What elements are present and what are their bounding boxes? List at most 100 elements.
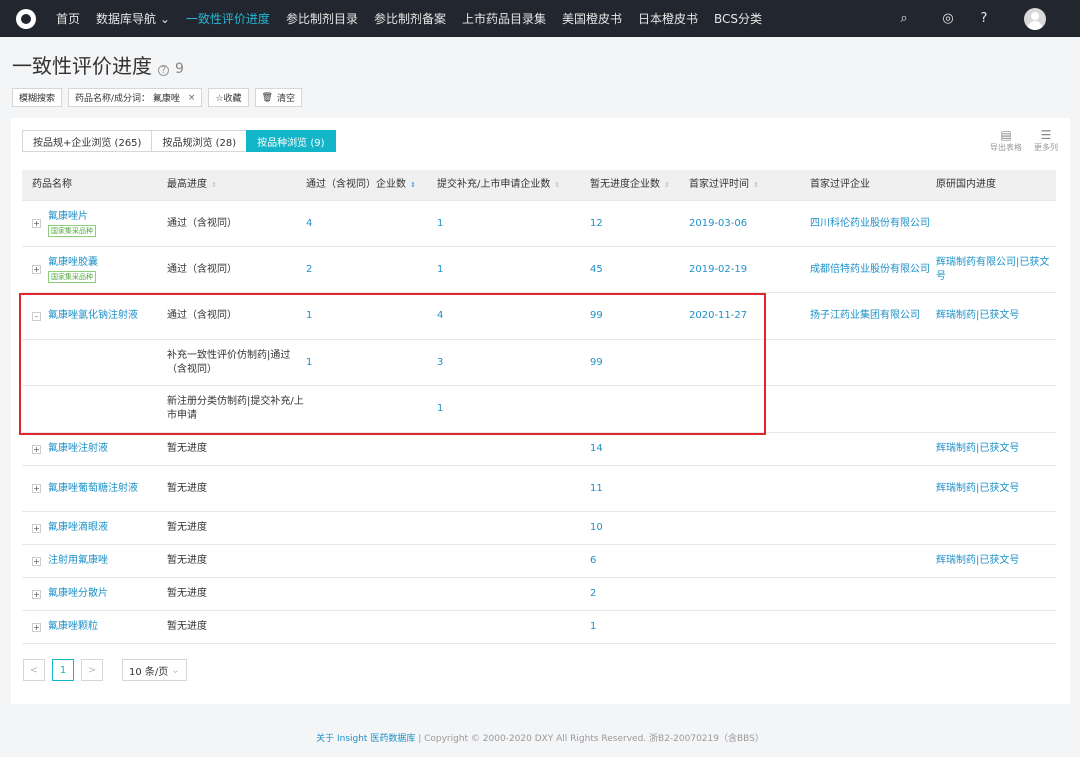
sort-icon[interactable]: ⇕ — [554, 178, 560, 192]
search-icon[interactable]: ⌕ — [894, 11, 914, 26]
clear-button[interactable]: 🗑 清空 — [254, 88, 302, 107]
cell-original[interactable] — [936, 512, 1054, 544]
drug-name-link[interactable]: 氟康唑滴眼液 — [48, 521, 108, 535]
header-none[interactable]: 暂无进度企业数 ⇕ — [590, 170, 686, 200]
cell-original[interactable] — [936, 578, 1054, 610]
more-columns-button[interactable]: ☰ 更多列 — [1034, 128, 1058, 153]
cell-passed[interactable]: 2 — [306, 247, 434, 292]
cell-none[interactable]: 1 — [590, 611, 686, 643]
cell-first-company[interactable] — [810, 433, 932, 465]
cell-submitted[interactable]: 1 — [437, 201, 585, 246]
cell-submitted[interactable] — [437, 578, 585, 610]
nav-us-orange-book[interactable]: 美国橙皮书 — [562, 10, 622, 27]
drug-name-link[interactable]: 氟康唑片 — [48, 210, 96, 224]
cell-passed[interactable] — [306, 512, 434, 544]
cell-passed[interactable] — [306, 611, 434, 643]
cell-original[interactable] — [936, 386, 1054, 432]
cell-none[interactable]: 11 — [590, 466, 686, 511]
drug-name-link[interactable]: 氟康唑分散片 — [48, 587, 108, 601]
cell-passed[interactable] — [306, 433, 434, 465]
expand-icon[interactable]: + — [32, 444, 41, 454]
cell-submitted[interactable]: 1 — [437, 247, 585, 292]
page-1-button[interactable]: 1 — [52, 659, 74, 681]
nav-home[interactable]: 首页 — [56, 10, 80, 27]
cell-passed[interactable]: 4 — [306, 201, 434, 246]
nav-jp-orange-book[interactable]: 日本橙皮书 — [638, 10, 698, 27]
expand-icon[interactable]: + — [32, 556, 41, 566]
sort-icon[interactable]: ⇕ — [664, 178, 670, 192]
help-icon[interactable]: ? — [974, 11, 994, 26]
tab-variety[interactable]: 按品种浏览 (9) — [246, 130, 336, 152]
cell-submitted[interactable] — [437, 512, 585, 544]
cell-original[interactable] — [936, 201, 1054, 246]
cell-first-company[interactable]: 成都倍特药业股份有限公司 — [810, 247, 932, 292]
export-table-button[interactable]: ▤ 导出表格 — [990, 128, 1022, 153]
cell-passed[interactable] — [306, 545, 434, 577]
tab-spec[interactable]: 按品规浏览 (28) — [151, 130, 248, 152]
cell-first-company[interactable] — [810, 512, 932, 544]
sort-icon[interactable]: ⇕ — [753, 178, 759, 192]
cell-none[interactable]: 2 — [590, 578, 686, 610]
sort-icon[interactable]: ⇕ — [211, 178, 217, 192]
prev-page-button[interactable]: < — [23, 659, 45, 681]
keyword-filter-chip[interactable]: 药品名称/成分词： 氟康唑 × — [68, 88, 203, 107]
expand-icon[interactable]: + — [32, 219, 41, 228]
cell-first-company[interactable] — [810, 545, 932, 577]
nav-db-guide[interactable]: 数据库导航 ⌄ — [96, 10, 170, 27]
drug-name-link[interactable]: 注射用氟康唑 — [48, 554, 108, 568]
cell-first-company[interactable]: 扬子江药业集团有限公司 — [810, 293, 932, 339]
drug-name-link[interactable]: 氟康唑葡萄糖注射液 — [48, 482, 138, 496]
cell-submitted[interactable] — [437, 545, 585, 577]
next-page-button[interactable]: > — [81, 659, 103, 681]
nav-reference-catalog[interactable]: 参比制剂目录 — [286, 10, 358, 27]
favorite-button[interactable]: ☆收藏 — [208, 88, 249, 107]
cell-original[interactable]: 辉瑞制药|已获文号 — [936, 293, 1054, 339]
drug-name-link[interactable]: 氟康唑注射液 — [48, 442, 108, 456]
close-icon[interactable]: × — [188, 93, 196, 103]
header-passed[interactable]: 通过（含视同）企业数 ⇕ — [306, 170, 434, 200]
cell-original[interactable] — [936, 611, 1054, 643]
cell-none[interactable]: 10 — [590, 512, 686, 544]
fuzzy-search-button[interactable]: 模糊搜索 — [12, 88, 63, 107]
cell-original[interactable]: 辉瑞制药有限公司|已获文号 — [936, 247, 1054, 292]
cell-submitted[interactable] — [437, 611, 585, 643]
sort-desc-icon[interactable]: ⇕ — [410, 178, 416, 192]
cell-first-company[interactable]: 四川科伦药业股份有限公司 — [810, 201, 932, 246]
cell-none[interactable]: 6 — [590, 545, 686, 577]
cell-none[interactable]: 12 — [590, 201, 686, 246]
cell-original[interactable]: 辉瑞制药|已获文号 — [936, 433, 1054, 465]
nav-reference-filing[interactable]: 参比制剂备案 — [374, 10, 446, 27]
cell-none[interactable]: 45 — [590, 247, 686, 292]
drug-name-link[interactable]: 氟康唑胶囊 — [48, 256, 98, 270]
cell-first-company[interactable] — [810, 611, 932, 643]
header-first-date[interactable]: 首家过评时间 ⇕ — [689, 170, 804, 200]
expand-icon[interactable]: + — [32, 484, 41, 493]
cell-first-company[interactable] — [810, 340, 932, 385]
nav-consistency[interactable]: 一致性评价进度 — [186, 10, 270, 27]
cell-original[interactable]: 辉瑞制药|已获文号 — [936, 466, 1054, 511]
cell-submitted[interactable] — [437, 433, 585, 465]
cell-first-company[interactable] — [810, 466, 932, 511]
cell-passed[interactable] — [306, 466, 434, 511]
help-circle-icon[interactable]: ? — [158, 65, 169, 76]
cell-first-company[interactable] — [810, 386, 932, 432]
expand-icon[interactable]: + — [32, 589, 41, 599]
nav-listed-drugs[interactable]: 上市药品目录集 — [462, 10, 546, 27]
expand-icon[interactable]: + — [32, 523, 41, 533]
cell-submitted[interactable] — [437, 466, 585, 511]
logo-icon[interactable] — [16, 8, 36, 29]
expand-icon[interactable]: + — [32, 622, 41, 632]
page-size-select[interactable]: 10 条/页 ⌄ — [122, 659, 187, 681]
cell-original[interactable] — [936, 340, 1054, 385]
avatar[interactable] — [1024, 7, 1046, 30]
cell-first-company[interactable] — [810, 578, 932, 610]
cell-none[interactable]: 14 — [590, 433, 686, 465]
cell-passed[interactable] — [306, 578, 434, 610]
about-link[interactable]: 关于 Insight 医药数据库 — [316, 734, 415, 744]
drug-name-link[interactable]: 氟康唑颗粒 — [48, 620, 98, 634]
header-progress[interactable]: 最高进度 ⇕ — [167, 170, 307, 200]
expand-icon[interactable]: + — [32, 265, 41, 274]
header-submitted[interactable]: 提交补充/上市申请企业数 ⇕ — [437, 170, 585, 200]
cell-original[interactable]: 辉瑞制药|已获文号 — [936, 545, 1054, 577]
nav-bcs[interactable]: BCS分类 — [714, 10, 762, 27]
